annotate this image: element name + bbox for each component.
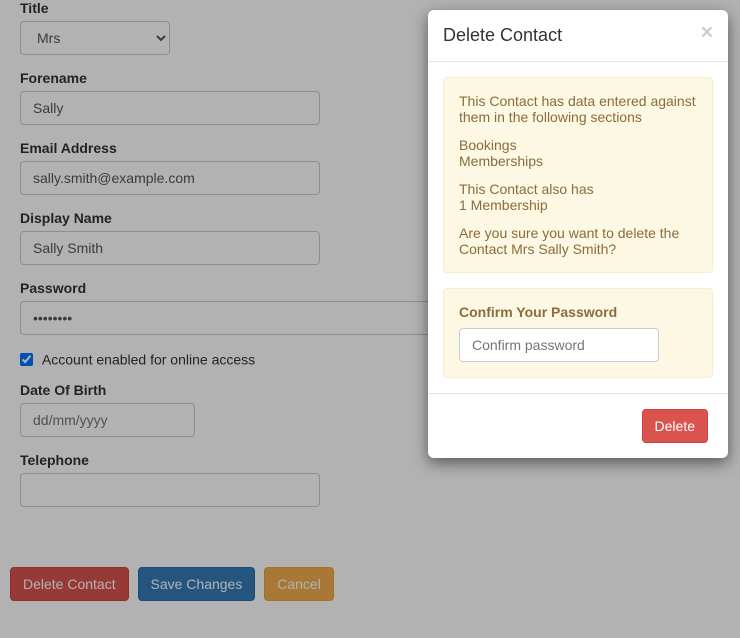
confirm-password-box: Confirm Your Password <box>443 288 713 378</box>
warning-also: This Contact also has 1 Membership <box>459 181 697 213</box>
modal-delete-button[interactable]: Delete <box>642 409 708 443</box>
delete-contact-modal: Delete Contact × This Contact has data e… <box>428 10 728 458</box>
confirm-password-input[interactable] <box>459 328 659 362</box>
modal-header: Delete Contact × <box>428 10 728 62</box>
warning-alert: This Contact has data entered against th… <box>443 77 713 273</box>
modal-title: Delete Contact <box>443 25 713 46</box>
warning-intro: This Contact has data entered against th… <box>459 93 697 125</box>
warning-sections: Bookings Memberships <box>459 137 697 169</box>
confirm-password-label: Confirm Your Password <box>459 304 697 320</box>
modal-body: This Contact has data entered against th… <box>428 62 728 393</box>
modal-footer: Delete <box>428 393 728 458</box>
close-icon[interactable]: × <box>701 22 713 43</box>
warning-confirm: Are you sure you want to delete the Cont… <box>459 225 697 257</box>
